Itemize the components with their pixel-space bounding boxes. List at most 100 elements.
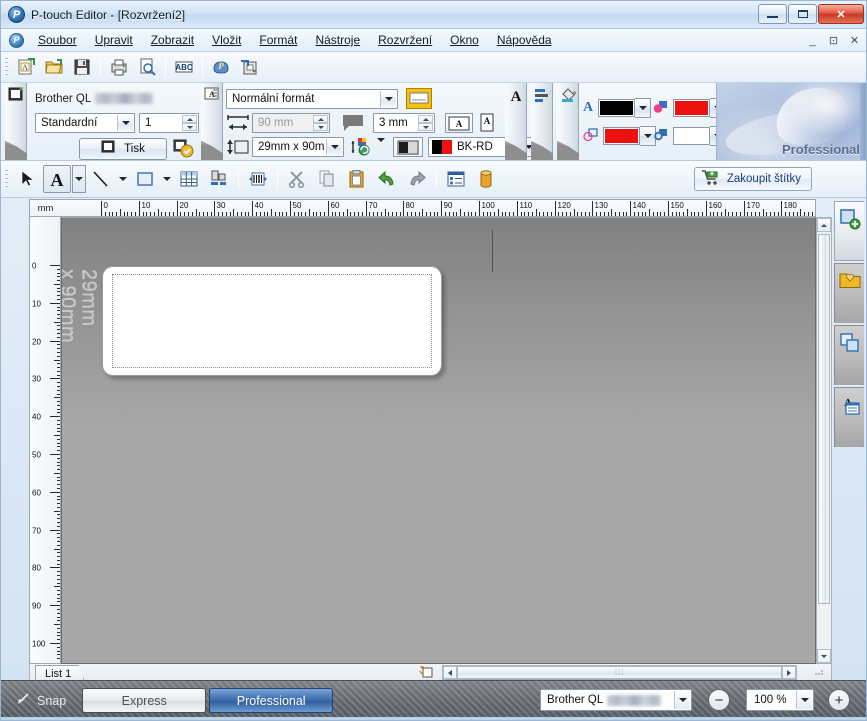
margin-increment[interactable] xyxy=(418,115,433,123)
zoom-out-button[interactable]: − xyxy=(708,689,730,711)
print-options-icon[interactable] xyxy=(173,138,195,160)
side-tab-layouts[interactable] xyxy=(834,325,864,385)
text-color-swatch[interactable] xyxy=(598,99,636,117)
print-panel-tab[interactable] xyxy=(5,83,27,160)
cut-tool[interactable] xyxy=(283,165,311,193)
zoom-in-button[interactable]: + xyxy=(828,689,850,711)
draw-toolbar-grip[interactable] xyxy=(4,169,8,189)
menu-upravit[interactable]: Upravit xyxy=(86,30,142,50)
canvas-horizontal-scrollbar[interactable]: ⦙⦙⦙ xyxy=(442,665,797,680)
mdi-close-button[interactable]: ✕ xyxy=(845,32,864,49)
chevron-down-icon[interactable] xyxy=(796,691,812,709)
table-tool[interactable] xyxy=(175,165,203,193)
chevron-down-icon[interactable] xyxy=(380,91,396,107)
rectangle-tool[interactable] xyxy=(131,165,159,193)
select-arrow-tool[interactable] xyxy=(13,165,41,193)
undo-tool[interactable] xyxy=(373,165,401,193)
vertical-ruler[interactable]: 0 10 20 30 40 50 60 70 80 90 100 xyxy=(29,217,61,664)
menu-napoveda[interactable]: Nápověda xyxy=(488,30,561,50)
label-print-area[interactable] xyxy=(112,274,432,368)
margin-stepper[interactable]: 3 mm xyxy=(373,113,435,133)
spellcheck-abc-icon[interactable]: ABC xyxy=(171,55,197,80)
copies-spin-buttons[interactable] xyxy=(182,115,197,131)
mode-professional-button[interactable]: Professional xyxy=(209,688,334,713)
scroll-left-button[interactable] xyxy=(443,666,457,679)
barcode-tool[interactable] xyxy=(244,165,272,193)
label-canvas[interactable]: 29mm x 90mm xyxy=(61,217,816,664)
line-color-control[interactable] xyxy=(583,126,656,146)
ptouch-library-icon[interactable]: P xyxy=(208,55,234,80)
close-button[interactable]: ✕ xyxy=(818,4,864,24)
menu-soubor[interactable]: Soubor xyxy=(29,30,86,50)
color-mode-icon[interactable] xyxy=(351,137,375,160)
minimize-button[interactable] xyxy=(758,4,787,24)
line-color-swatch[interactable] xyxy=(603,127,640,145)
database-tool[interactable] xyxy=(442,165,470,193)
export-icon[interactable] xyxy=(236,55,262,80)
toolbar-grip[interactable] xyxy=(4,57,8,77)
text-color-control[interactable]: A xyxy=(583,98,652,118)
label-preview-icon[interactable] xyxy=(406,88,432,112)
label-length-stepper[interactable]: 90 mm xyxy=(252,113,330,133)
background-color-swatch[interactable] xyxy=(673,127,710,145)
mdi-minimize-button[interactable]: _ xyxy=(803,32,822,49)
side-tab-new-label[interactable] xyxy=(834,201,864,261)
text-panel-tab[interactable]: A xyxy=(505,83,527,160)
scroll-up-button[interactable] xyxy=(817,218,831,232)
menu-okno[interactable]: Okno xyxy=(441,30,488,50)
fill-paint-panel-tab[interactable] xyxy=(557,83,579,160)
scroll-right-button[interactable] xyxy=(782,666,796,679)
print-preview-icon[interactable] xyxy=(134,55,160,80)
tape-size-select[interactable]: 29mm x 90m xyxy=(252,137,344,157)
margin-spin-buttons[interactable] xyxy=(418,115,433,131)
chevron-down-icon[interactable] xyxy=(117,115,133,131)
print-icon[interactable] xyxy=(106,55,132,80)
canvas-vertical-scrollbar[interactable] xyxy=(816,217,832,664)
menu-nastroje[interactable]: Nástroje xyxy=(306,30,369,50)
horizontal-scroll-thumb[interactable]: ⦙⦙⦙ xyxy=(457,666,782,679)
mdi-restore-button[interactable]: ⊡ xyxy=(824,32,843,49)
scroll-down-button[interactable] xyxy=(817,649,831,663)
copy-tool[interactable] xyxy=(313,165,341,193)
fill-color-swatch[interactable] xyxy=(673,99,710,117)
menu-vlozit[interactable]: Vložit xyxy=(203,30,250,50)
maximize-button[interactable] xyxy=(788,4,817,24)
print-quality-select[interactable]: Standardní xyxy=(35,113,135,133)
contrast-icon[interactable] xyxy=(393,137,423,157)
color-mode-dropdown[interactable] xyxy=(377,138,385,156)
document-icon[interactable]: P xyxy=(9,32,24,48)
rectangle-tool-dropdown[interactable] xyxy=(160,165,174,193)
format-select[interactable]: Normální formát xyxy=(226,89,398,109)
ruler-unit-corner[interactable]: mm xyxy=(29,199,61,217)
horizontal-ruler[interactable]: 0 10 20 30 40 50 60 70 80 90 100 110 120 130 140 150 160… xyxy=(61,199,816,217)
margin-decrement[interactable] xyxy=(418,123,433,131)
chevron-down-icon[interactable] xyxy=(674,691,690,709)
text-tool[interactable]: A xyxy=(43,165,71,193)
print-button[interactable]: Tisk xyxy=(79,138,167,160)
buy-labels-button[interactable]: Zakoupit štítky xyxy=(693,167,812,191)
copies-increment[interactable] xyxy=(182,115,197,123)
redo-tool[interactable] xyxy=(403,165,431,193)
mode-snap-button[interactable]: Snap xyxy=(1,688,79,713)
printer-select[interactable]: Brother QL xyxy=(540,689,692,711)
text-color-dropdown[interactable] xyxy=(635,98,652,118)
label-length-increment[interactable] xyxy=(313,115,328,123)
horizontal-scroll-track[interactable]: ⦙⦙⦙ xyxy=(457,666,782,679)
layout-panel-tab[interactable]: A xyxy=(201,83,223,160)
line-tool-dropdown[interactable] xyxy=(116,165,130,193)
chevron-down-icon[interactable] xyxy=(326,139,342,155)
copies-decrement[interactable] xyxy=(182,123,197,131)
vertical-scroll-thumb[interactable] xyxy=(818,234,830,604)
side-tab-text-list[interactable]: A xyxy=(834,387,864,447)
paste-tool[interactable] xyxy=(343,165,371,193)
label-length-spin-buttons[interactable] xyxy=(313,115,328,131)
resize-grip-icon[interactable] xyxy=(813,665,825,680)
new-layout-icon[interactable]: A xyxy=(13,55,39,80)
line-tool[interactable] xyxy=(87,165,115,193)
zoom-select[interactable]: 100 % xyxy=(746,689,814,711)
copies-stepper[interactable]: 1 xyxy=(139,113,199,133)
menu-format[interactable]: Formát xyxy=(250,30,306,50)
text-rotate-icon[interactable]: A xyxy=(478,113,496,136)
text-tool-dropdown[interactable] xyxy=(72,165,86,193)
layout-align-panel-tab[interactable] xyxy=(531,83,553,160)
